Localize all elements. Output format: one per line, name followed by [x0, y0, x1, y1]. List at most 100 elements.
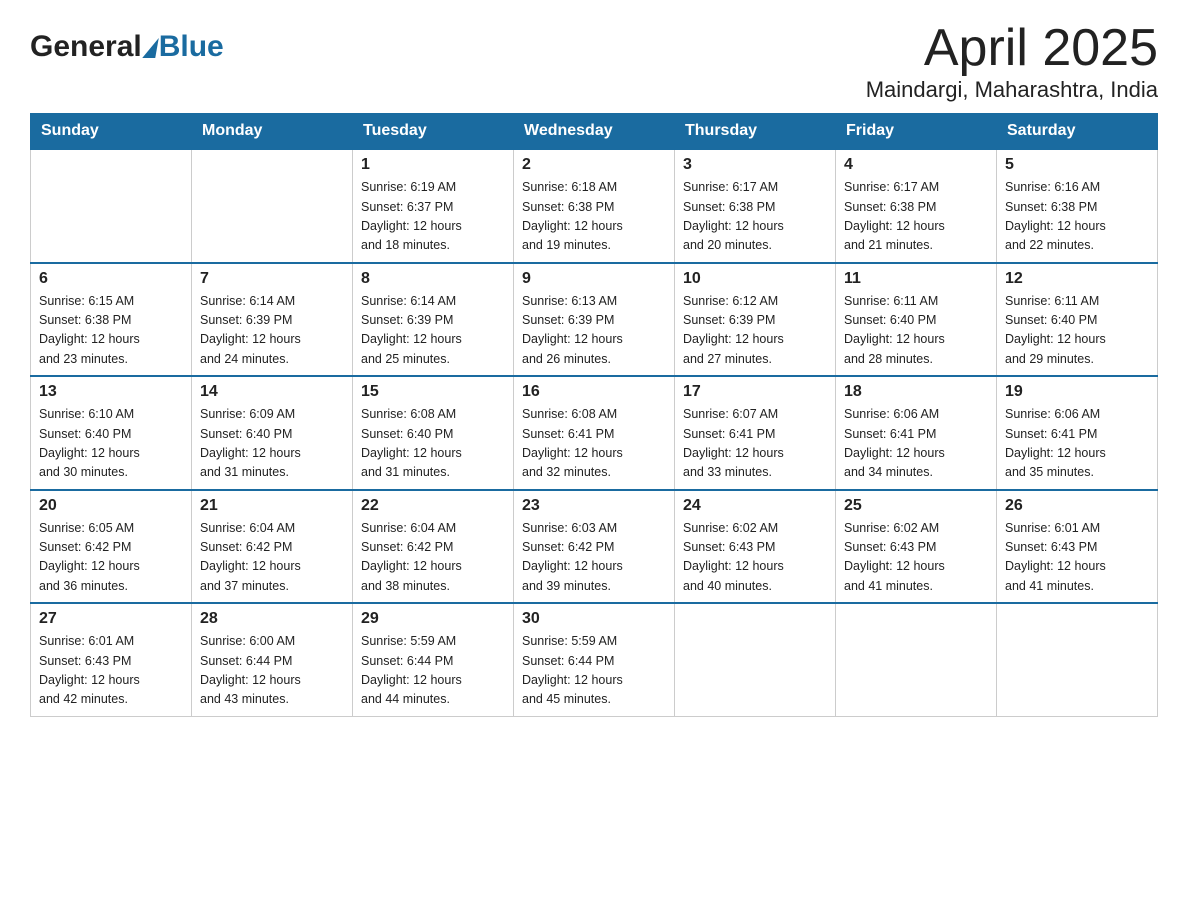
- logo: GeneralBlue: [30, 30, 224, 64]
- calendar-cell: [675, 603, 836, 716]
- calendar-cell: 9 Sunrise: 6:13 AM Sunset: 6:39 PM Daylig…: [514, 263, 675, 377]
- calendar-cell: 8Sunrise: 6:14 AM Sunset: 6:39 PM Daylig…: [353, 263, 514, 377]
- calendar-cell: 22Sunrise: 6:04 AM Sunset: 6:42 PM Dayli…: [353, 490, 514, 604]
- cell-info-text: Sunrise: 6:17 AM Sunset: 6:38 PM Dayligh…: [683, 178, 827, 256]
- cell-info-text: Sunrise: 6:17 AM Sunset: 6:38 PM Dayligh…: [844, 178, 988, 256]
- cell-info-text: Sunrise: 6:14 AM Sunset: 6:39 PM Dayligh…: [200, 292, 344, 370]
- cell-day-number: 19: [1005, 383, 1149, 401]
- calendar-cell: 13 Sunrise: 6:10 AM Sunset: 6:40 PM Dayli…: [31, 376, 192, 490]
- col-header-saturday: Saturday: [997, 114, 1158, 150]
- calendar-table: SundayMondayTuesdayWednesdayThursdayFrid…: [30, 113, 1158, 717]
- calendar-title: April 2025: [866, 20, 1158, 77]
- cell-day-number: 26: [1005, 497, 1149, 515]
- calendar-cell: 29 Sunrise: 5:59 AM Sunset: 6:44 PM Dayli…: [353, 603, 514, 716]
- cell-info-text: Sunrise: 6:10 AM Sunset: 6:40 PM Dayligh…: [39, 405, 183, 483]
- cell-info-text: Sunrise: 6:02 AM Sunset: 6:43 PM Dayligh…: [683, 519, 827, 597]
- week-row-3: 13 Sunrise: 6:10 AM Sunset: 6:40 PM Dayli…: [31, 376, 1158, 490]
- calendar-cell: 20 Sunrise: 6:05 AM Sunset: 6:42 PM Dayli…: [31, 490, 192, 604]
- cell-info-text: Sunrise: 6:15 AM Sunset: 6:38 PM Dayligh…: [39, 292, 183, 370]
- calendar-cell: 6 Sunrise: 6:15 AM Sunset: 6:38 PM Daylig…: [31, 263, 192, 377]
- cell-info-text: Sunrise: 6:12 AM Sunset: 6:39 PM Dayligh…: [683, 292, 827, 370]
- calendar-cell: 21Sunrise: 6:04 AM Sunset: 6:42 PM Dayli…: [192, 490, 353, 604]
- cell-day-number: 25: [844, 497, 988, 515]
- cell-info-text: Sunrise: 6:06 AM Sunset: 6:41 PM Dayligh…: [844, 405, 988, 483]
- calendar-cell: 24 Sunrise: 6:02 AM Sunset: 6:43 PM Dayli…: [675, 490, 836, 604]
- week-row-1: 1 Sunrise: 6:19 AM Sunset: 6:37 PM Daylig…: [31, 149, 1158, 263]
- cell-day-number: 5: [1005, 156, 1149, 174]
- cell-day-number: 2: [522, 156, 666, 174]
- cell-day-number: 3: [683, 156, 827, 174]
- cell-info-text: Sunrise: 6:14 AM Sunset: 6:39 PM Dayligh…: [361, 292, 505, 370]
- calendar-cell: 19 Sunrise: 6:06 AM Sunset: 6:41 PM Dayli…: [997, 376, 1158, 490]
- calendar-cell: 23 Sunrise: 6:03 AM Sunset: 6:42 PM Dayli…: [514, 490, 675, 604]
- cell-day-number: 12: [1005, 270, 1149, 288]
- logo-blue-text: Blue: [159, 30, 224, 64]
- col-header-thursday: Thursday: [675, 114, 836, 150]
- calendar-subtitle: Maindargi, Maharashtra, India: [866, 77, 1158, 103]
- cell-day-number: 28: [200, 610, 344, 628]
- calendar-cell: 14Sunrise: 6:09 AM Sunset: 6:40 PM Dayli…: [192, 376, 353, 490]
- cell-day-number: 10: [683, 270, 827, 288]
- calendar-cell: [192, 149, 353, 263]
- cell-day-number: 24: [683, 497, 827, 515]
- cell-info-text: Sunrise: 6:09 AM Sunset: 6:40 PM Dayligh…: [200, 405, 344, 483]
- calendar-cell: 12 Sunrise: 6:11 AM Sunset: 6:40 PM Dayli…: [997, 263, 1158, 377]
- cell-info-text: Sunrise: 6:13 AM Sunset: 6:39 PM Dayligh…: [522, 292, 666, 370]
- cell-info-text: Sunrise: 6:11 AM Sunset: 6:40 PM Dayligh…: [1005, 292, 1149, 370]
- cell-info-text: Sunrise: 6:06 AM Sunset: 6:41 PM Dayligh…: [1005, 405, 1149, 483]
- calendar-cell: [31, 149, 192, 263]
- cell-day-number: 15: [361, 383, 505, 401]
- cell-day-number: 29: [361, 610, 505, 628]
- calendar-cell: [836, 603, 997, 716]
- calendar-cell: 28 Sunrise: 6:00 AM Sunset: 6:44 PM Dayli…: [192, 603, 353, 716]
- calendar-cell: 26 Sunrise: 6:01 AM Sunset: 6:43 PM Dayli…: [997, 490, 1158, 604]
- cell-info-text: Sunrise: 6:03 AM Sunset: 6:42 PM Dayligh…: [522, 519, 666, 597]
- calendar-cell: 2Sunrise: 6:18 AM Sunset: 6:38 PM Daylig…: [514, 149, 675, 263]
- calendar-cell: 27 Sunrise: 6:01 AM Sunset: 6:43 PM Dayli…: [31, 603, 192, 716]
- cell-info-text: Sunrise: 6:01 AM Sunset: 6:43 PM Dayligh…: [39, 632, 183, 710]
- cell-day-number: 13: [39, 383, 183, 401]
- calendar-cell: 3 Sunrise: 6:17 AM Sunset: 6:38 PM Daylig…: [675, 149, 836, 263]
- calendar-cell: [997, 603, 1158, 716]
- calendar-cell: 18 Sunrise: 6:06 AM Sunset: 6:41 PM Dayli…: [836, 376, 997, 490]
- calendar-cell: 10 Sunrise: 6:12 AM Sunset: 6:39 PM Dayli…: [675, 263, 836, 377]
- cell-info-text: Sunrise: 6:00 AM Sunset: 6:44 PM Dayligh…: [200, 632, 344, 710]
- cell-day-number: 11: [844, 270, 988, 288]
- cell-day-number: 7: [200, 270, 344, 288]
- cell-day-number: 20: [39, 497, 183, 515]
- logo-text: General: [30, 32, 159, 62]
- calendar-cell: 4Sunrise: 6:17 AM Sunset: 6:38 PM Daylig…: [836, 149, 997, 263]
- cell-day-number: 1: [361, 156, 505, 174]
- col-header-monday: Monday: [192, 114, 353, 150]
- cell-day-number: 18: [844, 383, 988, 401]
- calendar-cell: 15Sunrise: 6:08 AM Sunset: 6:40 PM Dayli…: [353, 376, 514, 490]
- cell-info-text: Sunrise: 6:01 AM Sunset: 6:43 PM Dayligh…: [1005, 519, 1149, 597]
- cell-day-number: 27: [39, 610, 183, 628]
- cell-day-number: 23: [522, 497, 666, 515]
- cell-info-text: Sunrise: 6:05 AM Sunset: 6:42 PM Dayligh…: [39, 519, 183, 597]
- cell-info-text: Sunrise: 5:59 AM Sunset: 6:44 PM Dayligh…: [361, 632, 505, 710]
- cell-day-number: 17: [683, 383, 827, 401]
- cell-day-number: 6: [39, 270, 183, 288]
- calendar-cell: 17 Sunrise: 6:07 AM Sunset: 6:41 PM Dayli…: [675, 376, 836, 490]
- cell-day-number: 30: [522, 610, 666, 628]
- col-header-wednesday: Wednesday: [514, 114, 675, 150]
- cell-info-text: Sunrise: 6:19 AM Sunset: 6:37 PM Dayligh…: [361, 178, 505, 256]
- header-row: SundayMondayTuesdayWednesdayThursdayFrid…: [31, 114, 1158, 150]
- week-row-5: 27 Sunrise: 6:01 AM Sunset: 6:43 PM Dayli…: [31, 603, 1158, 716]
- cell-info-text: Sunrise: 6:08 AM Sunset: 6:41 PM Dayligh…: [522, 405, 666, 483]
- calendar-cell: 5 Sunrise: 6:16 AM Sunset: 6:38 PM Daylig…: [997, 149, 1158, 263]
- cell-info-text: Sunrise: 6:07 AM Sunset: 6:41 PM Dayligh…: [683, 405, 827, 483]
- col-header-sunday: Sunday: [31, 114, 192, 150]
- calendar-cell: 7 Sunrise: 6:14 AM Sunset: 6:39 PM Daylig…: [192, 263, 353, 377]
- col-header-tuesday: Tuesday: [353, 114, 514, 150]
- calendar-header: SundayMondayTuesdayWednesdayThursdayFrid…: [31, 114, 1158, 150]
- calendar-cell: 25Sunrise: 6:02 AM Sunset: 6:43 PM Dayli…: [836, 490, 997, 604]
- calendar-body: 1 Sunrise: 6:19 AM Sunset: 6:37 PM Daylig…: [31, 149, 1158, 716]
- cell-info-text: Sunrise: 5:59 AM Sunset: 6:44 PM Dayligh…: [522, 632, 666, 710]
- calendar-cell: 30 Sunrise: 5:59 AM Sunset: 6:44 PM Dayli…: [514, 603, 675, 716]
- calendar-cell: 16Sunrise: 6:08 AM Sunset: 6:41 PM Dayli…: [514, 376, 675, 490]
- title-block: April 2025 Maindargi, Maharashtra, India: [866, 20, 1158, 103]
- cell-info-text: Sunrise: 6:16 AM Sunset: 6:38 PM Dayligh…: [1005, 178, 1149, 256]
- cell-day-number: 9: [522, 270, 666, 288]
